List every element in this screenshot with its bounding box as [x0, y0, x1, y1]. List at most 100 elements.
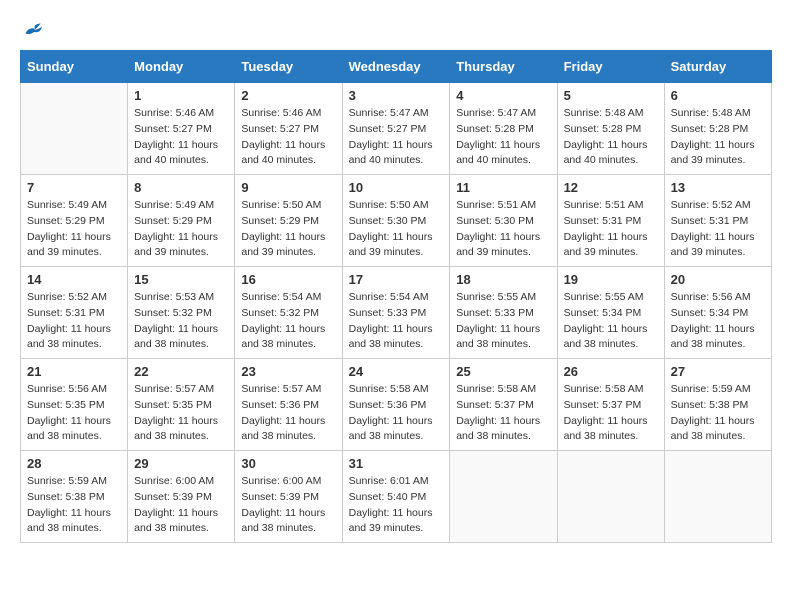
day-number: 19 [564, 272, 658, 287]
calendar-week-row: 1Sunrise: 5:46 AMSunset: 5:27 PMDaylight… [21, 83, 772, 175]
day-number: 9 [241, 180, 335, 195]
day-number: 3 [349, 88, 444, 103]
day-info: Sunrise: 5:50 AMSunset: 5:29 PMDaylight:… [241, 198, 335, 261]
day-info: Sunrise: 5:59 AMSunset: 5:38 PMDaylight:… [27, 474, 121, 537]
day-header-thursday: Thursday [450, 51, 557, 83]
day-info: Sunrise: 5:49 AMSunset: 5:29 PMDaylight:… [134, 198, 228, 261]
day-info: Sunrise: 5:55 AMSunset: 5:34 PMDaylight:… [564, 290, 658, 353]
day-number: 16 [241, 272, 335, 287]
calendar-cell: 4 Sunrise: 5:47 AMSunset: 5:28 PMDaylight… [450, 83, 557, 175]
day-number: 20 [671, 272, 765, 287]
day-number: 18 [456, 272, 550, 287]
day-header-saturday: Saturday [664, 51, 771, 83]
logo-bird-icon [22, 20, 42, 40]
calendar-cell: 8 Sunrise: 5:49 AMSunset: 5:29 PMDaylight… [128, 175, 235, 267]
calendar-cell: 6Sunrise: 5:48 AMSunset: 5:28 PMDaylight… [664, 83, 771, 175]
calendar-cell: 16 Sunrise: 5:54 AMSunset: 5:32 PMDayligh… [235, 267, 342, 359]
day-number: 30 [241, 456, 335, 471]
calendar-cell: 25 Sunrise: 5:58 AMSunset: 5:37 PMDayligh… [450, 359, 557, 451]
day-number: 23 [241, 364, 335, 379]
calendar-cell: 28 Sunrise: 5:59 AMSunset: 5:38 PMDayligh… [21, 451, 128, 543]
day-info: Sunrise: 5:54 AMSunset: 5:32 PMDaylight:… [241, 290, 335, 353]
calendar-cell: 24 Sunrise: 5:58 AMSunset: 5:36 PMDayligh… [342, 359, 450, 451]
calendar-cell: 14 Sunrise: 5:52 AMSunset: 5:31 PMDayligh… [21, 267, 128, 359]
calendar-cell: 12Sunrise: 5:51 AMSunset: 5:31 PMDayligh… [557, 175, 664, 267]
day-number: 25 [456, 364, 550, 379]
day-info: Sunrise: 5:46 AMSunset: 5:27 PMDaylight:… [241, 106, 335, 169]
day-number: 17 [349, 272, 444, 287]
day-info: Sunrise: 5:47 AMSunset: 5:27 PMDaylight:… [349, 106, 444, 169]
calendar-cell: 19 Sunrise: 5:55 AMSunset: 5:34 PMDayligh… [557, 267, 664, 359]
day-number: 15 [134, 272, 228, 287]
day-number: 31 [349, 456, 444, 471]
day-info: Sunrise: 5:55 AMSunset: 5:33 PMDaylight:… [456, 290, 550, 353]
calendar-cell: 11 Sunrise: 5:51 AMSunset: 5:30 PMDayligh… [450, 175, 557, 267]
day-info: Sunrise: 5:57 AMSunset: 5:35 PMDaylight:… [134, 382, 228, 445]
calendar-cell: 15 Sunrise: 5:53 AMSunset: 5:32 PMDayligh… [128, 267, 235, 359]
day-info: Sunrise: 5:52 AMSunset: 5:31 PMDaylight:… [27, 290, 121, 353]
day-number: 2 [241, 88, 335, 103]
calendar-cell: 30Sunrise: 6:00 AMSunset: 5:39 PMDayligh… [235, 451, 342, 543]
day-number: 4 [456, 88, 550, 103]
day-number: 27 [671, 364, 765, 379]
day-number: 10 [349, 180, 444, 195]
day-info: Sunrise: 5:51 AMSunset: 5:30 PMDaylight:… [456, 198, 550, 261]
day-number: 28 [27, 456, 121, 471]
calendar-table: SundayMondayTuesdayWednesdayThursdayFrid… [20, 50, 772, 543]
calendar-cell: 13 Sunrise: 5:52 AMSunset: 5:31 PMDayligh… [664, 175, 771, 267]
calendar-cell: 10 Sunrise: 5:50 AMSunset: 5:30 PMDayligh… [342, 175, 450, 267]
day-number: 14 [27, 272, 121, 287]
calendar-cell [557, 451, 664, 543]
day-info: Sunrise: 5:58 AMSunset: 5:36 PMDaylight:… [349, 382, 444, 445]
day-info: Sunrise: 6:00 AMSunset: 5:39 PMDaylight:… [134, 474, 228, 537]
day-info: Sunrise: 6:01 AMSunset: 5:40 PMDaylight:… [349, 474, 444, 537]
day-number: 11 [456, 180, 550, 195]
day-number: 8 [134, 180, 228, 195]
calendar-cell: 22 Sunrise: 5:57 AMSunset: 5:35 PMDayligh… [128, 359, 235, 451]
day-number: 7 [27, 180, 121, 195]
calendar-cell [450, 451, 557, 543]
day-info: Sunrise: 5:50 AMSunset: 5:30 PMDaylight:… [349, 198, 444, 261]
calendar-cell: 9 Sunrise: 5:50 AMSunset: 5:29 PMDaylight… [235, 175, 342, 267]
day-info: Sunrise: 5:53 AMSunset: 5:32 PMDaylight:… [134, 290, 228, 353]
day-info: Sunrise: 5:57 AMSunset: 5:36 PMDaylight:… [241, 382, 335, 445]
day-info: Sunrise: 5:58 AMSunset: 5:37 PMDaylight:… [564, 382, 658, 445]
day-info: Sunrise: 5:56 AMSunset: 5:35 PMDaylight:… [27, 382, 121, 445]
day-info: Sunrise: 5:54 AMSunset: 5:33 PMDaylight:… [349, 290, 444, 353]
day-info: Sunrise: 5:47 AMSunset: 5:28 PMDaylight:… [456, 106, 550, 169]
day-number: 13 [671, 180, 765, 195]
day-number: 22 [134, 364, 228, 379]
calendar-cell: 26 Sunrise: 5:58 AMSunset: 5:37 PMDayligh… [557, 359, 664, 451]
calendar-cell: 17 Sunrise: 5:54 AMSunset: 5:33 PMDayligh… [342, 267, 450, 359]
day-number: 21 [27, 364, 121, 379]
day-header-wednesday: Wednesday [342, 51, 450, 83]
calendar-cell: 3 Sunrise: 5:47 AMSunset: 5:27 PMDaylight… [342, 83, 450, 175]
day-number: 26 [564, 364, 658, 379]
day-info: Sunrise: 5:46 AMSunset: 5:27 PMDaylight:… [134, 106, 228, 169]
day-info: Sunrise: 5:52 AMSunset: 5:31 PMDaylight:… [671, 198, 765, 261]
logo [20, 20, 42, 40]
calendar-cell: 21 Sunrise: 5:56 AMSunset: 5:35 PMDayligh… [21, 359, 128, 451]
day-info: Sunrise: 5:58 AMSunset: 5:37 PMDaylight:… [456, 382, 550, 445]
day-info: Sunrise: 5:48 AMSunset: 5:28 PMDaylight:… [564, 106, 658, 169]
calendar-cell: 20Sunrise: 5:56 AMSunset: 5:34 PMDayligh… [664, 267, 771, 359]
calendar-cell [664, 451, 771, 543]
calendar-week-row: 14 Sunrise: 5:52 AMSunset: 5:31 PMDayligh… [21, 267, 772, 359]
day-number: 24 [349, 364, 444, 379]
calendar-week-row: 7 Sunrise: 5:49 AMSunset: 5:29 PMDaylight… [21, 175, 772, 267]
day-info: Sunrise: 5:48 AMSunset: 5:28 PMDaylight:… [671, 106, 765, 169]
day-header-monday: Monday [128, 51, 235, 83]
day-header-sunday: Sunday [21, 51, 128, 83]
calendar-week-row: 21 Sunrise: 5:56 AMSunset: 5:35 PMDayligh… [21, 359, 772, 451]
calendar-cell: 29 Sunrise: 6:00 AMSunset: 5:39 PMDayligh… [128, 451, 235, 543]
calendar-cell: 27Sunrise: 5:59 AMSunset: 5:38 PMDayligh… [664, 359, 771, 451]
calendar-cell: 18 Sunrise: 5:55 AMSunset: 5:33 PMDayligh… [450, 267, 557, 359]
day-number: 5 [564, 88, 658, 103]
calendar-cell: 5 Sunrise: 5:48 AMSunset: 5:28 PMDaylight… [557, 83, 664, 175]
calendar-cell [21, 83, 128, 175]
day-info: Sunrise: 5:51 AMSunset: 5:31 PMDaylight:… [564, 198, 658, 261]
day-header-friday: Friday [557, 51, 664, 83]
day-number: 29 [134, 456, 228, 471]
day-header-tuesday: Tuesday [235, 51, 342, 83]
page-header [20, 20, 772, 40]
